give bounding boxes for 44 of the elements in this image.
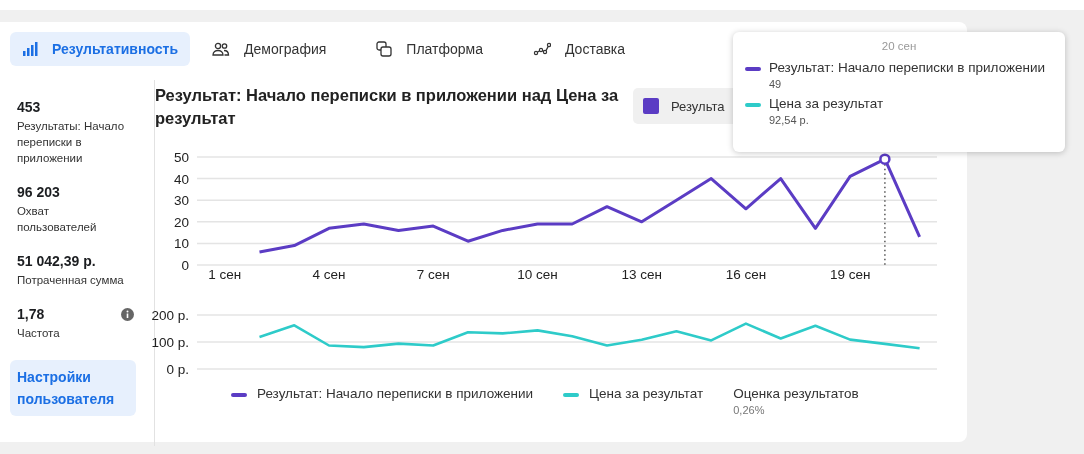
legend-label: Оценка результатов — [733, 386, 859, 401]
legend-label: Цена за результат — [589, 386, 704, 401]
user-settings-button[interactable]: Настройки пользователя — [10, 360, 136, 416]
y-tick-label: 10 — [173, 236, 189, 252]
chart-title: Результат: Начало переписки в приложении над Цена за результат — [155, 85, 620, 129]
tab[interactable]: Демография — [200, 32, 339, 66]
tab[interactable]: Результативность — [10, 32, 191, 66]
x-tick-label: 19 сен — [829, 267, 871, 282]
tab[interactable]: Платформа — [364, 32, 495, 66]
y-tick-label: 100 р. — [151, 335, 189, 350]
metric-value: 453 — [17, 98, 42, 116]
x-tick-label: 16 сен — [725, 267, 767, 282]
bar-chart-icon — [22, 42, 38, 56]
metric-value: 51 042,39 р. — [17, 252, 97, 270]
x-tick-label: 7 сен — [416, 267, 450, 282]
metric-label: Результаты: Начало переписки в приложении — [17, 119, 126, 166]
legend-value: 0,26% — [733, 404, 765, 416]
y-tick-label: 40 — [173, 171, 189, 187]
metric-label: Частота — [17, 326, 61, 341]
y-tick-label: 0 — [181, 258, 189, 273]
legend-label: Результат: Начало переписки в приложении — [257, 386, 534, 401]
metric-label: Потраченная сумма — [17, 273, 125, 288]
route-icon — [532, 42, 551, 56]
metric-value: 1,78 — [17, 305, 45, 323]
info-icon[interactable] — [121, 307, 134, 321]
tab[interactable]: Доставка — [520, 32, 638, 66]
metric-value: 96 203 — [17, 183, 61, 201]
y-tick-label: 50 — [173, 150, 189, 165]
y-tick-label: 0 р. — [166, 362, 189, 377]
screens-icon — [376, 41, 393, 57]
tooltip-label: Результат: Начало переписки в приложении — [769, 60, 1046, 75]
x-tick-label: 13 сен — [621, 267, 662, 282]
legend-line — [563, 393, 580, 397]
y-tick-label: 20 — [173, 214, 189, 230]
people-icon — [212, 42, 231, 56]
y-tick-label: 200 р. — [151, 308, 189, 323]
legend-line — [231, 393, 247, 397]
metric-label: Охват пользователей — [17, 204, 98, 235]
x-tick-label: 1 сен — [208, 267, 242, 282]
tooltip-value: 49 — [769, 78, 783, 90]
x-tick-label: 4 сен — [312, 267, 346, 282]
tooltip-date: 20 сен — [881, 40, 917, 52]
y-tick-label: 30 — [173, 193, 189, 209]
x-tick-label: 10 сен — [517, 267, 558, 282]
